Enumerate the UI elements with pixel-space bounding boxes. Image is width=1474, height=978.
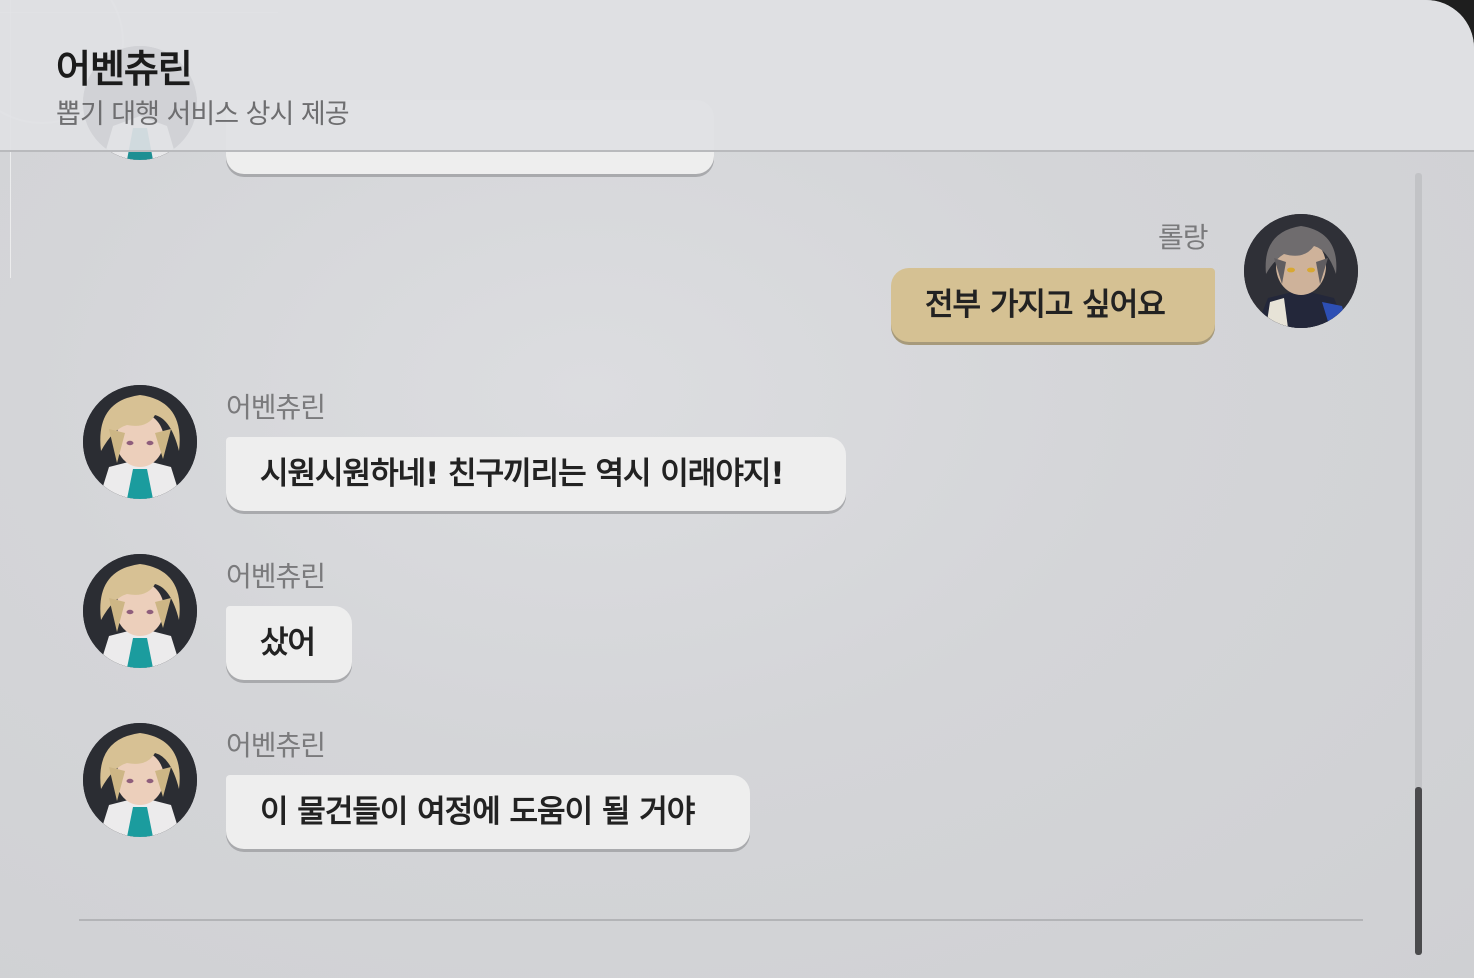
message-sender: 어벤츄린 (226, 729, 326, 762)
contact-avatar (83, 385, 197, 499)
scrollbar-thumb[interactable] (1415, 787, 1422, 955)
message-bubble: 전부 가지고 싶어요 (891, 268, 1215, 342)
message-bubble: 시원시원하네! 친구끼리는 역시 이래야지! (226, 437, 846, 511)
input-divider (79, 919, 1363, 921)
user-avatar (1244, 214, 1358, 328)
message-bubble: 이 물건들이 여정에 도움이 될 거야 (226, 775, 750, 849)
message-sender: 어벤츄린 (226, 560, 326, 593)
chat-header: 어벤츄린 뽑기 대행 서비스 상시 제공 (0, 0, 1474, 152)
message-sender: 어벤츄린 (226, 391, 326, 424)
message-bubble: 샀어 (226, 606, 352, 680)
contact-avatar (83, 554, 197, 668)
contact-name: 어벤츄린 (56, 47, 193, 91)
contact-avatar (83, 723, 197, 837)
contact-status: 뽑기 대행 서비스 상시 제공 (56, 99, 350, 130)
chat-panel: 롤랑 전부 가지고 싶어요 어벤츄린 시원시원하네! 친구끼리는 역시 이래야지… (0, 0, 1474, 978)
message-sender: 롤랑 (1158, 221, 1209, 254)
